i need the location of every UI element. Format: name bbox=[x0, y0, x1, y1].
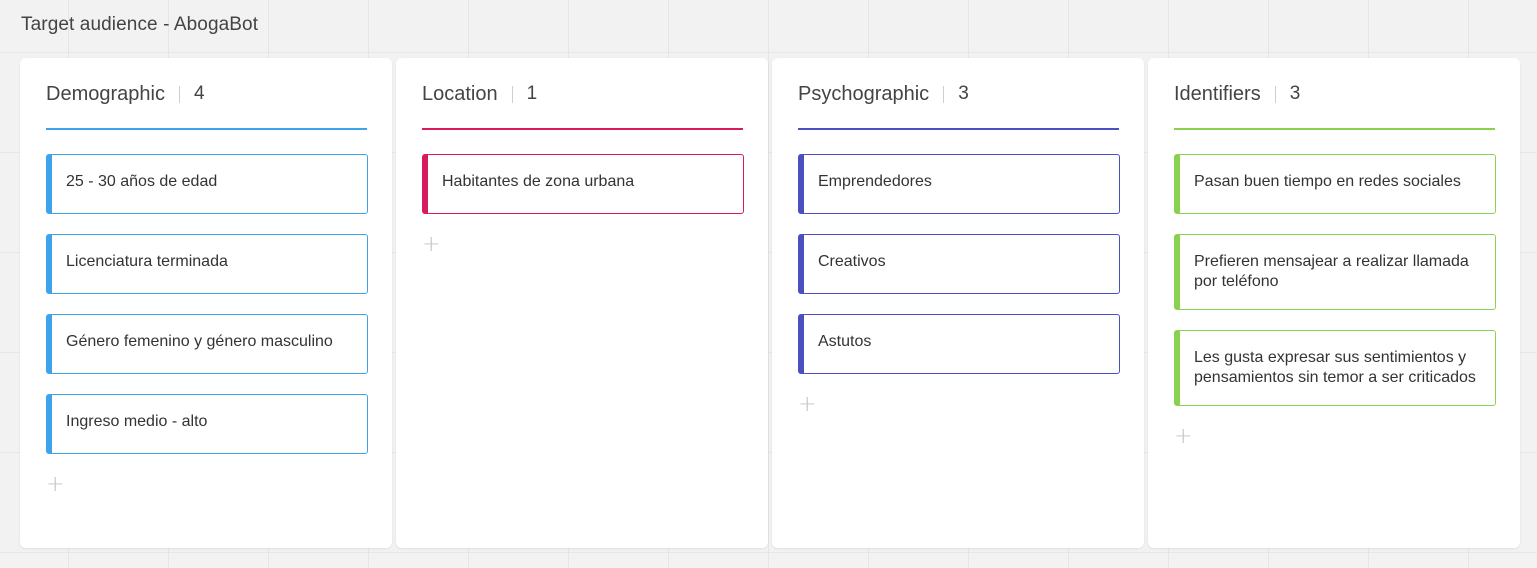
column-card-count: 3 bbox=[1289, 83, 1301, 104]
card[interactable]: Creativos bbox=[798, 234, 1120, 294]
card[interactable]: Emprendedores bbox=[798, 154, 1120, 214]
column-divider bbox=[178, 85, 180, 103]
card-list: Emprendedores Creativos Astutos bbox=[798, 154, 1120, 374]
column-title[interactable]: Location bbox=[422, 83, 498, 106]
column-title[interactable]: Identifiers bbox=[1174, 83, 1261, 106]
column-divider bbox=[1274, 85, 1276, 103]
column-demographic: Demographic 4 25 - 30 años de edad Licen… bbox=[20, 58, 392, 548]
column-header: Location 1 bbox=[422, 58, 743, 130]
add-card-button[interactable]: + bbox=[1174, 426, 1192, 448]
column-header: Psychographic 3 bbox=[798, 58, 1119, 130]
board-title: Target audience - AbogaBot bbox=[21, 14, 259, 35]
column-header: Identifiers 3 bbox=[1174, 58, 1495, 130]
add-card-button[interactable]: + bbox=[798, 394, 816, 416]
card[interactable]: Habitantes de zona urbana bbox=[422, 154, 744, 214]
card-list: Pasan buen tiempo en redes sociales Pref… bbox=[1174, 154, 1496, 406]
add-card-button[interactable]: + bbox=[422, 234, 440, 256]
card[interactable]: 25 - 30 años de edad bbox=[46, 154, 368, 214]
column-divider bbox=[943, 85, 945, 103]
card[interactable]: Les gusta expresar sus sentimientos y pe… bbox=[1174, 330, 1496, 406]
column-card-count: 3 bbox=[958, 83, 969, 104]
card-list: Habitantes de zona urbana bbox=[422, 154, 744, 214]
card[interactable]: Pasan buen tiempo en redes sociales bbox=[1174, 154, 1496, 214]
column-title[interactable]: Demographic bbox=[46, 83, 165, 106]
card[interactable]: Prefieren mensajear a realizar llamada p… bbox=[1174, 234, 1496, 310]
card[interactable]: Género femenino y género masculino bbox=[46, 314, 368, 374]
column-divider bbox=[511, 85, 513, 103]
kanban-columns: Demographic 4 25 - 30 años de edad Licen… bbox=[20, 58, 1520, 548]
card[interactable]: Ingreso medio - alto bbox=[46, 394, 368, 454]
card[interactable]: Astutos bbox=[798, 314, 1120, 374]
card[interactable]: Licenciatura terminada bbox=[46, 234, 368, 294]
add-card-button[interactable]: + bbox=[46, 474, 64, 496]
column-header: Demographic 4 bbox=[46, 58, 367, 130]
column-title[interactable]: Psychographic bbox=[798, 83, 929, 106]
column-card-count: 1 bbox=[526, 83, 538, 104]
column-identifiers: Identifiers 3 Pasan buen tiempo en redes… bbox=[1148, 58, 1520, 548]
column-location: Location 1 Habitantes de zona urbana + bbox=[396, 58, 768, 548]
column-card-count: 4 bbox=[193, 83, 205, 104]
card-list: 25 - 30 años de edad Licenciatura termin… bbox=[46, 154, 368, 454]
column-psychographic: Psychographic 3 Emprendedores Creativos … bbox=[772, 58, 1144, 548]
